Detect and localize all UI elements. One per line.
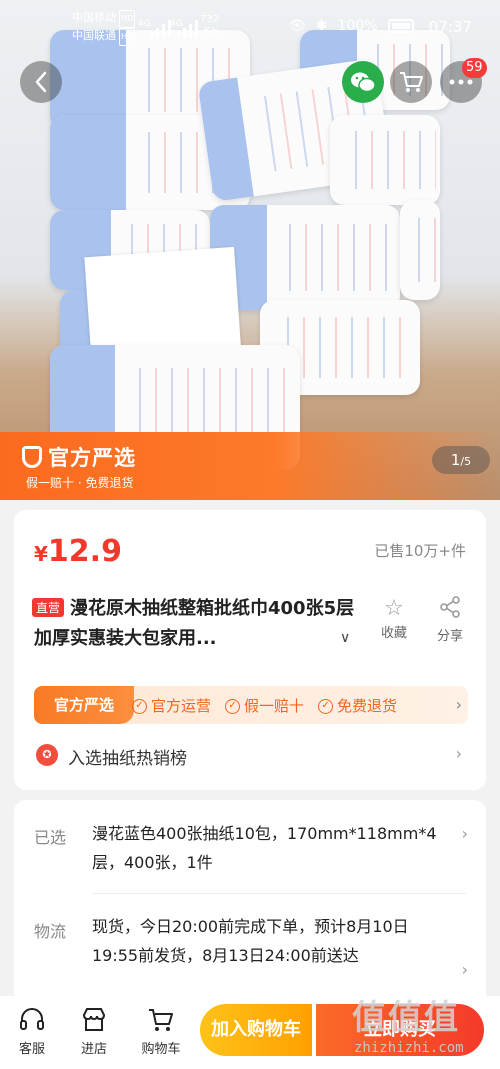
product-info-card: ¥12.9 已售10万+件 漫花原木抽纸整箱批纸巾400张5层加厚实惠装大包家用… (14, 510, 486, 790)
cart-label: 购物车 (141, 1042, 181, 1057)
wechat-share-button[interactable] (342, 61, 384, 103)
guarantee-item: ✓ 假一赔十 (225, 695, 304, 716)
image-pager: 1/5 (432, 446, 490, 474)
eye-icon: 👁 (288, 18, 306, 34)
speed-unit: K/s (203, 26, 220, 37)
expand-title-chevron-icon[interactable]: ∨ (340, 630, 350, 646)
message-count-badge: 59 (462, 58, 487, 78)
carrier-info: 中国移动 HD 中国联通 HD (72, 10, 136, 46)
battery-percent: 100% (337, 18, 378, 34)
product-photo-pack (330, 115, 440, 205)
store-icon (82, 1008, 106, 1031)
enter-shop-label: 进店 (80, 1042, 107, 1057)
chevron-left-icon (35, 71, 47, 93)
network-type-2: 4G (170, 19, 183, 29)
cart-icon (149, 1009, 173, 1031)
price-value: 12.9 (47, 534, 122, 569)
official-guarantee-brand: 官方严选 (34, 686, 134, 724)
speed-value: 732 (200, 14, 220, 25)
guarantee-item-label: 官方运营 (151, 696, 212, 715)
pager-current: 1 (450, 451, 461, 469)
selected-value: 漫花蓝色400张抽纸10包，170mm*118mm*4层，400张，1件 (92, 824, 437, 872)
customer-service-label: 客服 (18, 1042, 45, 1057)
product-image-carousel[interactable]: 中国移动 HD 中国联通 HD 4G 4G 732 K/s 👁 ✱ 100% 07:37… (0, 0, 500, 500)
chevron-right-icon: › (461, 824, 468, 843)
favorite-label: 收藏 (380, 626, 407, 641)
bluetooth-icon: ✱ (315, 18, 328, 34)
network-info: 4G 4G 732 K/s (138, 14, 220, 38)
add-to-cart-button[interactable]: 加入购物车 (200, 1004, 312, 1056)
product-photo-pack (210, 205, 400, 310)
official-selection-banner: 官方严选 假一赔十 · 免费退货 (0, 432, 500, 500)
logistics-value: 现货，今日20:00前完成下单，预计8月10日19:55前发货，8月13日24:… (92, 917, 409, 965)
headset-icon (20, 1008, 44, 1030)
enter-shop-button[interactable]: 进店 (66, 1006, 122, 1057)
chevron-right-icon: › (461, 960, 468, 979)
guarantee-item: ✓ 官方运营 (132, 695, 211, 716)
selection-logistics-card: 已选 漫花蓝色400张抽纸10包，170mm*118mm*4层，400张，1件 … (14, 800, 486, 1010)
more-dots-icon (449, 79, 473, 85)
cart-icon (400, 72, 423, 92)
rank-text: 入选抽纸热销榜 (68, 749, 187, 769)
hd-badge: HD (119, 28, 136, 46)
direct-sale-tag: 直营 (32, 598, 65, 617)
sold-count: 已售10万+件 (374, 542, 466, 560)
customer-service-button[interactable]: 客服 (4, 1006, 60, 1057)
chevron-right-icon: › (455, 695, 462, 714)
wechat-icon (351, 72, 376, 93)
check-circle-icon: ✓ (132, 698, 147, 714)
product-title[interactable]: 漫花原木抽纸整箱批纸巾400张5层加厚实惠装大包家用... (34, 594, 364, 654)
check-circle-icon: ✓ (225, 698, 241, 714)
guarantee-items: ✓ 官方运营 ✓ 假一赔十 ✓ 免费退货 (132, 686, 397, 724)
clock: 07:37 (428, 18, 472, 36)
shield-check-icon (22, 446, 42, 468)
currency-symbol: ¥ (34, 542, 48, 566)
bottom-action-bar: 客服 进店 购物车 加入购物车 立即购买 (0, 996, 500, 1069)
guarantee-item-label: 免费退货 (337, 696, 398, 715)
share-icon (430, 596, 470, 625)
system-icons: 👁 ✱ 100% (288, 18, 414, 34)
official-title: 官方严选 (22, 442, 136, 472)
buy-now-button[interactable]: 立即购买 (316, 1004, 484, 1056)
hot-sales-rank-row[interactable]: ✪ 入选抽纸热销榜 › (34, 738, 468, 774)
pager-total: /5 (460, 455, 472, 468)
cart-button[interactable]: 购物车 (133, 1006, 189, 1057)
official-title-text: 官方严选 (48, 446, 136, 470)
selected-label: 已选 (34, 828, 67, 847)
check-circle-icon: ✓ (318, 698, 334, 714)
carrier-2: 中国联通 (72, 29, 116, 42)
status-bar: 中国移动 HD 中国联通 HD 4G 4G 732 K/s 👁 ✱ 100% 07:37 (0, 10, 500, 46)
medal-icon: ✪ (36, 744, 58, 766)
chevron-right-icon: › (455, 744, 462, 763)
star-icon: ☆ (384, 596, 404, 621)
carrier-1: 中国移动 (72, 11, 116, 24)
official-subtitle: 假一赔十 · 免费退货 (26, 476, 134, 490)
back-button[interactable] (20, 61, 62, 103)
official-guarantee-bar[interactable]: 官方严选 ✓ 官方运营 ✓ 假一赔十 ✓ 免费退货 › (34, 686, 468, 724)
hd-badge: HD (119, 10, 136, 28)
share-label: 分享 (436, 629, 463, 644)
price: ¥12.9 (34, 534, 122, 569)
favorite-button[interactable]: ☆ 收藏 (374, 596, 414, 641)
product-photo-pack (400, 200, 440, 300)
share-button[interactable]: 分享 (430, 596, 470, 644)
guarantee-item: ✓ 免费退货 (318, 695, 397, 716)
guarantee-item-label: 假一赔十 (244, 696, 305, 715)
battery-icon (387, 19, 414, 33)
cart-top-button[interactable] (390, 61, 432, 103)
logistics-label: 物流 (34, 922, 67, 941)
divider (92, 893, 466, 894)
network-type-1: 4G (138, 19, 151, 29)
